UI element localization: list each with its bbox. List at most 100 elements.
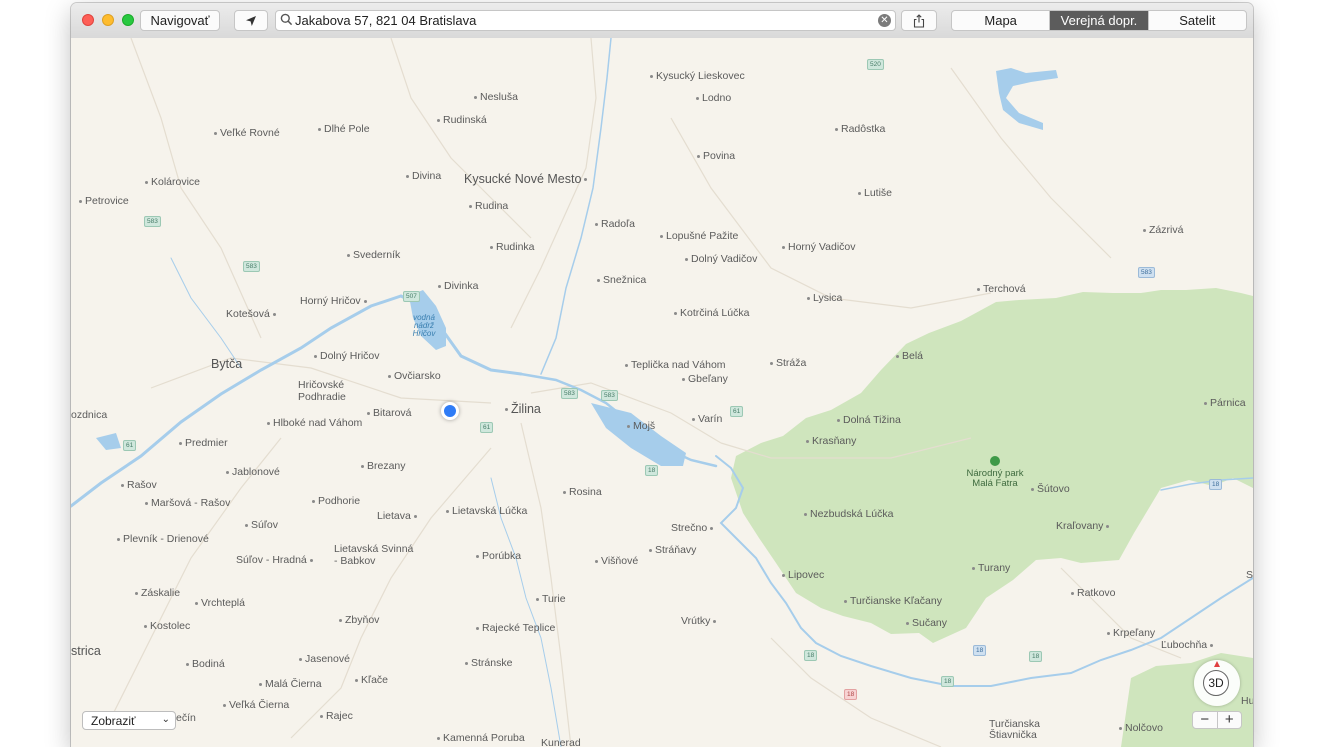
place-label[interactable]: Dolná Tižina [837,415,901,426]
place-label[interactable]: Párnica [1204,398,1246,409]
place-label[interactable]: Dolný Hričov [314,351,380,362]
search-input[interactable] [295,12,875,29]
place-label[interactable]: Divinka [438,281,478,292]
place-label[interactable]: Višňové [595,556,638,567]
place-label[interactable]: Veľké Rovné [214,128,280,139]
place-label[interactable]: Nezbudská Lúčka [804,509,893,520]
place-label[interactable]: Rajec [320,711,353,722]
place-label[interactable]: Strečno [671,523,716,534]
place-label[interactable]: Predmier [179,438,228,449]
place-label[interactable]: Radoľa [595,219,635,230]
place-label[interactable]: Rudinka [490,242,535,253]
3d-button[interactable]: 3D [1203,670,1229,696]
place-label[interactable]: Lopušné Pažite [660,231,738,242]
place-label[interactable]: Lietava [377,511,420,522]
place-label[interactable]: Nesluša [474,92,518,103]
place-label[interactable]: Varín [692,414,722,425]
zoom-out-button[interactable]: − [1193,712,1217,728]
place-label[interactable]: Bitarová [367,408,412,419]
place-label[interactable]: Kunerad [541,738,581,747]
place-label[interactable]: Podhorie [312,496,360,507]
place-label[interactable]: Plevník - Drienové [117,534,209,545]
city-label[interactable]: Kysucké Nové Mesto [464,173,590,186]
place-label[interactable]: Súľov - Hradná [236,555,316,566]
place-label[interactable]: Kolárovice [145,177,200,188]
place-label[interactable]: Rajecké Teplice [476,623,555,634]
place-label[interactable]: Nolčovo [1119,723,1163,734]
place-label[interactable]: Gbeľany [682,374,728,385]
place-label[interactable]: strica [71,645,101,658]
place-label[interactable]: Lutiše [858,188,892,199]
place-label[interactable]: Jablonové [226,467,280,478]
place-label[interactable]: Sučany [906,618,947,629]
place-label[interactable]: Lietavská Svinná - Babkov [334,543,418,567]
clear-search-icon[interactable]: ✕ [878,14,891,27]
place-label[interactable]: Hričovské Podhradie [298,379,366,403]
place-label[interactable]: Stráňavy [649,545,696,556]
place-label[interactable]: Kostolec [144,621,190,632]
place-label[interactable]: Radôstka [835,124,885,135]
place-label[interactable]: Rašov [121,480,157,491]
place-label[interactable]: Krpeľany [1107,628,1155,639]
city-label[interactable]: Bytča [211,358,242,371]
place-label[interactable]: Mojš [627,421,655,432]
place-label[interactable]: Ovčiarsko [388,371,441,382]
place-label[interactable]: Lietavská Lúčka [446,506,527,517]
place-label[interactable]: Ratkovo [1071,588,1116,599]
place-label[interactable]: Belá [896,351,923,362]
place-label[interactable]: Povina [697,151,735,162]
current-location-marker[interactable] [441,402,459,420]
zoom-in-button[interactable]: + [1216,712,1242,728]
place-label[interactable]: Dolný Vadičov [685,254,757,265]
place-label[interactable]: Lodno [696,93,731,104]
place-label[interactable]: Šútovo [1031,484,1070,495]
place-label[interactable]: Lysica [807,293,842,304]
tab-transit[interactable]: Verejná dopr. [1049,11,1148,30]
place-label[interactable]: Turie [536,594,566,605]
place-label[interactable]: Hlboké nad Váhom [267,418,362,429]
park-label[interactable]: Národný park Malá Fatra [955,469,1035,488]
place-label[interactable]: Rosina [563,487,602,498]
zoom-window-button[interactable] [122,14,134,26]
place-label[interactable]: Turany [972,563,1010,574]
place-label[interactable]: Horný Vadičov [782,242,856,253]
place-label[interactable]: Brezany [361,461,406,472]
place-label[interactable]: Rudina [469,201,508,212]
place-label[interactable]: Stránske [465,658,512,669]
place-label[interactable]: Hu [1241,696,1253,707]
place-label[interactable]: Turčianska Štiavnička [989,718,1061,741]
place-label[interactable]: Kľače [355,675,388,686]
place-label[interactable]: ečín [176,713,196,724]
place-label[interactable]: Ľubochňa [1161,640,1216,651]
place-label[interactable]: Veľká Čierna [223,700,289,711]
park-pin-icon[interactable] [990,456,1000,466]
place-label[interactable]: Kotrčiná Lúčka [674,308,749,319]
place-label[interactable]: Petrovice [79,196,129,207]
place-label[interactable]: Bodiná [186,659,225,670]
place-label[interactable]: Dlhé Pole [318,124,370,135]
place-label[interactable]: Kotešová [226,309,279,320]
city-label[interactable]: Žilina [505,403,541,416]
place-label[interactable]: Súľov [245,520,278,531]
place-label[interactable]: Vrútky [681,616,719,627]
place-label[interactable]: Krasňany [806,436,856,447]
navigate-button[interactable]: Navigovať [140,10,220,31]
place-label[interactable]: S [1246,570,1253,581]
place-label[interactable]: Stráža [770,358,806,369]
place-label[interactable]: Turčianske Kľačany [844,596,942,607]
place-label[interactable]: Kamenná Poruba [437,733,525,744]
place-label[interactable]: Snežnica [597,275,646,286]
place-label[interactable]: Lipovec [782,570,824,581]
reservoir-label[interactable]: vodná nádrž Hričov [404,314,444,338]
show-dropdown[interactable]: Zobraziť ⌄ [82,711,176,730]
place-label[interactable]: Divina [406,171,441,182]
place-label[interactable]: Maršová - Rašov [145,498,230,509]
place-label[interactable]: Zbyňov [339,615,379,626]
place-label[interactable]: Kysucký Lieskovec [650,71,745,82]
place-label[interactable]: Jasenové [299,654,350,665]
share-button[interactable] [901,10,937,31]
place-label[interactable]: ozdnica [71,410,107,421]
close-button[interactable] [82,14,94,26]
place-label[interactable]: Horný Hričov [300,296,370,307]
search-field[interactable]: ✕ [275,10,896,31]
